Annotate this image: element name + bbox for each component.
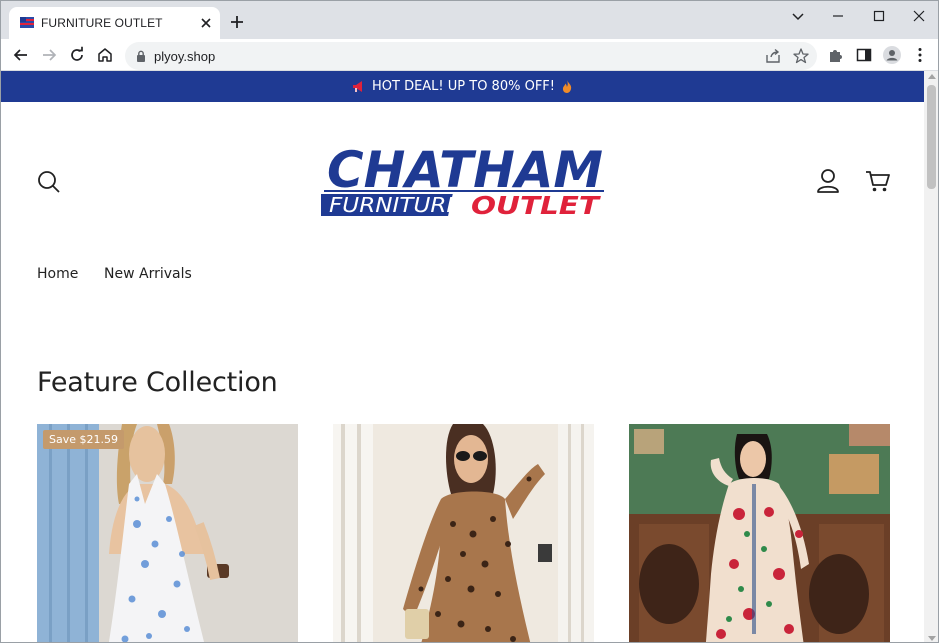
browser-window: FURNITURE OUTLET plyoy.shop HOT DEAL! UP…: [0, 0, 939, 643]
reload-icon[interactable]: [67, 45, 87, 65]
maximize-icon[interactable]: [870, 7, 888, 25]
announcement-text: HOT DEAL! UP TO 80% OFF!: [371, 79, 555, 94]
nav-home-link[interactable]: Home: [37, 266, 78, 282]
tab-title: FURNITURE OUTLET: [41, 16, 163, 30]
announcement-bar[interactable]: HOT DEAL! UP TO 80% OFF!: [1, 71, 924, 102]
section-title: Feature Collection: [37, 367, 278, 398]
menu-kebab-icon[interactable]: [910, 45, 930, 65]
back-arrow-icon[interactable]: [11, 45, 31, 65]
flag-favicon-icon: [20, 17, 34, 28]
home-icon[interactable]: [95, 45, 115, 65]
product-image-embroidered-maxi-dress[interactable]: [629, 424, 890, 643]
tab-strip: FURNITURE OUTLET: [1, 1, 938, 39]
save-badge: Save $21.59: [43, 430, 124, 449]
page-viewport: HOT DEAL! UP TO 80% OFF! CHATHAM FURNITU…: [1, 71, 924, 643]
browser-tab[interactable]: FURNITURE OUTLET: [9, 7, 220, 39]
product-card[interactable]: [629, 424, 890, 643]
account-icon[interactable]: [816, 168, 840, 194]
megaphone-icon: [352, 81, 362, 92]
scroll-down-arrow-icon[interactable]: [927, 636, 936, 641]
url-text[interactable]: plyoy.shop: [154, 49, 215, 64]
minimize-icon[interactable]: [829, 7, 847, 25]
product-image-floral-halter-dress[interactable]: [37, 424, 298, 643]
fire-icon: [563, 80, 572, 93]
product-card[interactable]: Save $21.59: [37, 424, 298, 643]
profile-avatar-icon[interactable]: [882, 45, 902, 65]
scroll-thumb[interactable]: [927, 85, 936, 189]
logo-outlet-text: OUTLET: [471, 191, 601, 219]
close-tab-icon[interactable]: [198, 15, 214, 31]
logo-furniture-text: FURNITURE: [329, 193, 461, 217]
product-image-leopard-print-dress[interactable]: [333, 424, 594, 643]
scroll-up-arrow-icon[interactable]: [927, 74, 936, 79]
browser-toolbar: plyoy.shop: [1, 39, 938, 71]
bookmark-star-icon[interactable]: [792, 47, 810, 65]
chatham-furniture-outlet-logo[interactable]: CHATHAM FURNITURE OUTLET: [321, 141, 607, 219]
share-icon[interactable]: [764, 47, 782, 65]
search-icon[interactable]: [37, 170, 61, 194]
cart-icon[interactable]: [865, 169, 891, 193]
tab-search-chevron-icon[interactable]: [789, 7, 807, 25]
address-bar[interactable]: plyoy.shop: [125, 42, 817, 70]
nav-new-arrivals-link[interactable]: New Arrivals: [104, 266, 192, 282]
new-tab-plus-icon[interactable]: [228, 13, 246, 31]
forward-arrow-icon[interactable]: [39, 45, 59, 65]
extensions-puzzle-icon[interactable]: [826, 45, 846, 65]
side-panel-icon[interactable]: [854, 45, 874, 65]
page-scrollbar[interactable]: [924, 71, 938, 642]
product-card[interactable]: [333, 424, 594, 643]
lock-icon[interactable]: [136, 50, 146, 62]
close-window-icon[interactable]: [910, 7, 928, 25]
